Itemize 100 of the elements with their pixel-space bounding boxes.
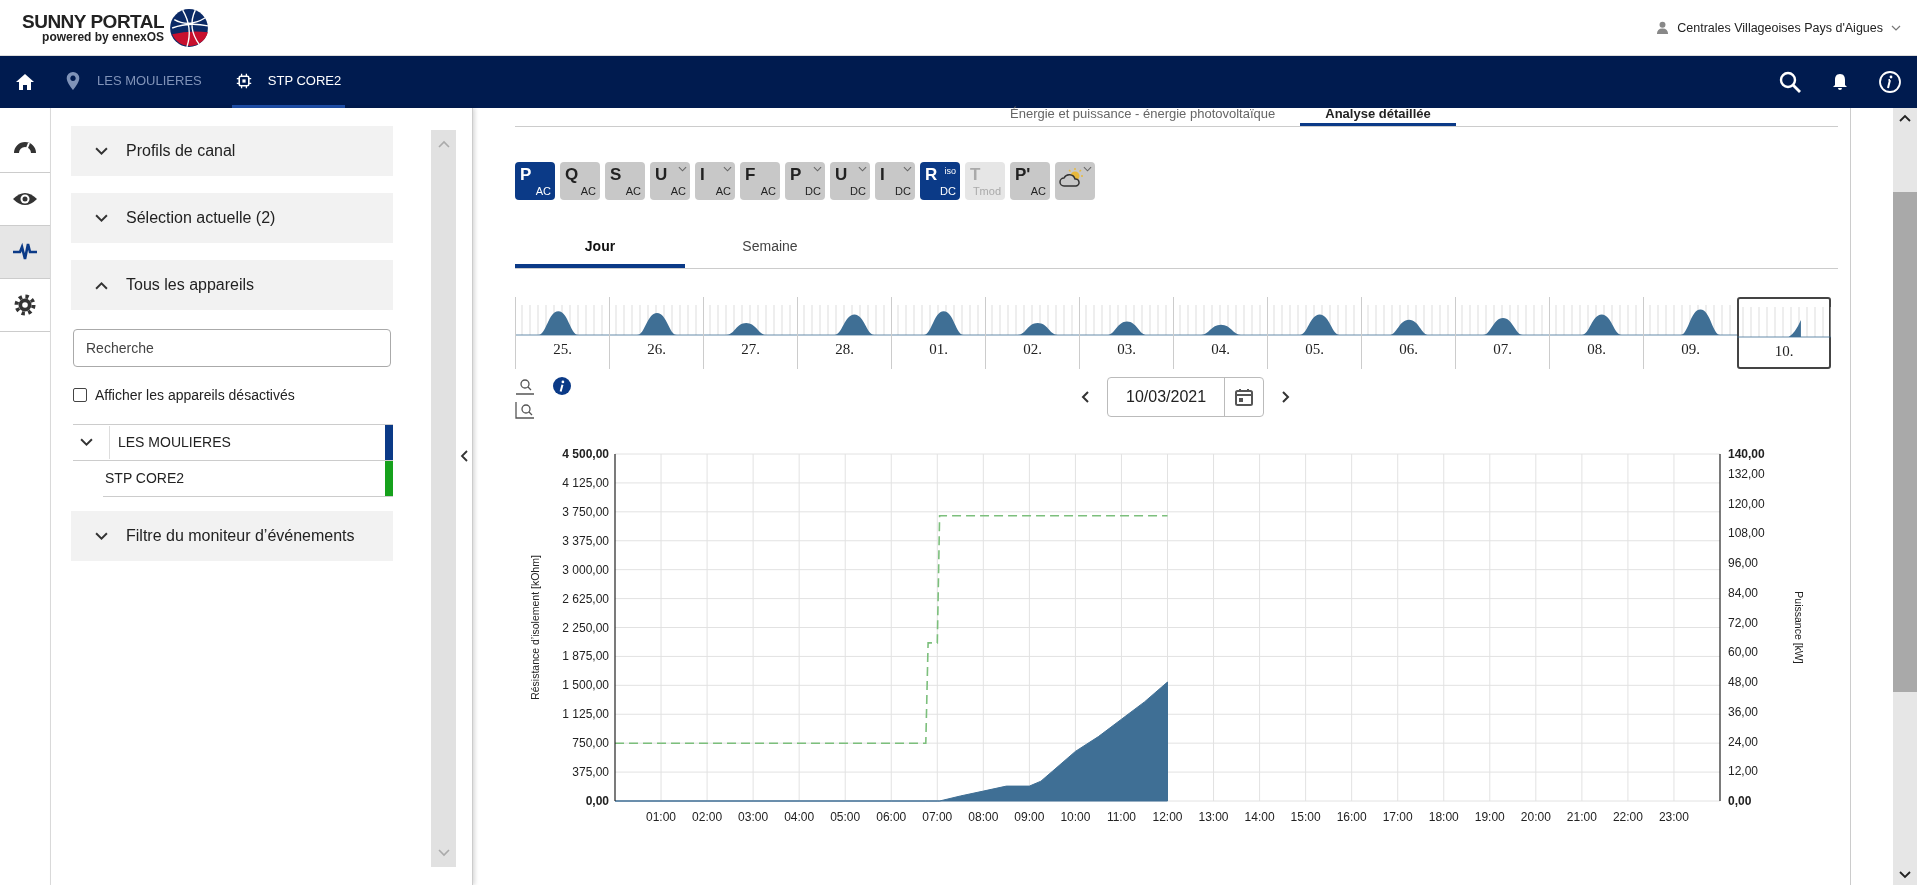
axis-tick-label: 14:00 [1244,810,1275,824]
axis-tick-label: 1 875,00 [562,649,609,664]
axis-tick-label: 01:00 [646,810,677,824]
chevron-icon[interactable] [80,438,93,447]
scrollbar-thumb[interactable] [1893,192,1917,692]
day-overview-tile[interactable]: 05. [1267,297,1361,369]
channel-button[interactable]: U DC [830,162,870,200]
day-overview-tile[interactable]: 27. [703,297,797,369]
axis-tick-label: 375,00 [572,765,609,780]
axis-tick-label: 18:00 [1428,810,1459,824]
search-field[interactable]: Recherche [73,329,391,367]
axis-tick-label: 22:00 [1612,810,1643,824]
view-tab[interactable]: Énergie et puissance - énergie photovoltaïque [985,106,1301,126]
chevron-down-icon [1891,24,1901,31]
axis-tick-label: 3 750,00 [562,504,609,519]
chevron-down-icon [858,166,867,172]
day-overview-tile[interactable]: 08. [1549,297,1643,369]
previous-day-icon[interactable] [1081,391,1089,403]
accordion-header[interactable]: Sélection actuelle (2) [71,193,393,243]
axis-title: Résistance d’isolement [kOhm] [529,555,541,700]
axis-tick-label: 10:00 [1060,810,1091,824]
axis-tick-label: 16:00 [1336,810,1367,824]
axis-tick-label: 12,00 [1728,764,1759,779]
chevron-icon [95,280,108,290]
user-menu[interactable]: Centrales Villageoises Pays d'Aigues [1656,20,1901,35]
info-icon[interactable] [1878,70,1902,94]
day-overview-tile[interactable]: 28. [797,297,891,369]
view-tab[interactable]: Analyse détaillée [1300,106,1456,126]
day-overview-tile[interactable]: 04. [1173,297,1267,369]
tree-item[interactable]: STP CORE2 [103,462,385,495]
accordion-header[interactable]: Profils de canal [71,126,393,176]
axis-tick-label: 3 375,00 [562,533,609,548]
axis-tick-label: 04:00 [784,810,815,824]
channel-button[interactable]: F AC [740,162,780,200]
gear-icon [13,293,37,317]
day-overview-tile[interactable]: 02. [985,297,1079,369]
axis-tick-label: 4 500,00 [562,447,609,461]
period-tab[interactable]: Semaine [685,228,855,268]
date-field[interactable]: 10/03/2021 [1107,377,1265,417]
home-icon[interactable] [15,72,35,92]
zoom-reset-icon[interactable] [515,401,535,419]
axis-tick-label: 0,00 [585,794,609,808]
axis-tick-label: 08:00 [968,810,999,824]
zoom-icon[interactable] [515,377,535,395]
axis-tick-label: 1 125,00 [562,707,609,722]
chevron-down-icon [1083,166,1092,172]
channel-button[interactable]: U AC [650,162,690,200]
axis-tick-label: 84,00 [1728,585,1759,600]
axis-tick-label: 48,00 [1728,675,1759,690]
channel-button[interactable]: R iso DC [920,162,960,200]
axis-tick-label: 12:00 [1152,810,1183,824]
channel-button[interactable]: P' AC [1010,162,1050,200]
chevron-icon [95,213,108,223]
axis-tick-label: 2 250,00 [562,620,609,635]
checkbox[interactable] [73,388,87,402]
axis-tick-label: 11:00 [1106,810,1137,824]
chevron-down-icon [813,166,822,172]
channel-button[interactable]: Q AC [560,162,600,200]
breadcrumb-link[interactable]: LES MOULIERES [61,56,206,108]
channel-button[interactable]: S AC [605,162,645,200]
axis-tick-label: 120,00 [1728,496,1765,511]
info-icon[interactable] [553,377,571,395]
day-overview-tile[interactable]: 26. [609,297,703,369]
calendar-icon[interactable] [1234,387,1255,407]
day-overview-tile[interactable]: 06. [1361,297,1455,369]
channel-button[interactable]: P DC [785,162,825,200]
chevron-down-icon [903,166,912,172]
collapse-icon[interactable] [460,449,468,462]
axis-tick-label: 02:00 [692,810,723,824]
chevron-down-icon [678,166,687,172]
rail-tab[interactable] [0,226,50,279]
accordion-header[interactable]: Filtre du moniteur d’événements [71,511,393,561]
day-overview-tile[interactable]: 03. [1079,297,1173,369]
axis-tick-label: 20:00 [1520,810,1551,824]
scroll-down-icon[interactable] [1899,871,1911,879]
channel-button[interactable] [1055,162,1095,200]
day-overview-tile[interactable]: 10. [1737,297,1831,369]
day-overview-tile[interactable]: 09. [1643,297,1737,369]
day-overview-tile[interactable]: 25. [515,297,609,369]
next-day-icon[interactable] [1282,391,1291,403]
chip-icon [235,71,252,90]
axis-tick-label: 4 125,00 [562,475,609,490]
channel-button[interactable]: I AC [695,162,735,200]
axis-tick-label: 60,00 [1728,645,1759,660]
channel-button[interactable]: P AC [515,162,555,200]
channel-button[interactable]: I DC [875,162,915,200]
period-tab[interactable]: Jour [515,228,685,268]
breadcrumb-link[interactable]: STP CORE2 [231,56,346,108]
accordion-header[interactable]: Tous les appareils [71,260,393,310]
day-overview-tile[interactable]: 01. [891,297,985,369]
chevron-icon [95,531,108,541]
axis-tick-label: 72,00 [1728,615,1759,630]
search-icon[interactable] [1778,70,1802,94]
axis-tick-label: 07:00 [922,810,953,824]
page-scrollbar[interactable] [1893,108,1917,885]
axis-tick-label: 2 625,00 [562,591,609,606]
scroll-up-icon[interactable] [1899,114,1911,122]
axis-tick-label: 750,00 [572,736,609,751]
logo-title: SUNNY PORTAL [22,12,165,31]
day-overview-tile[interactable]: 07. [1455,297,1549,369]
